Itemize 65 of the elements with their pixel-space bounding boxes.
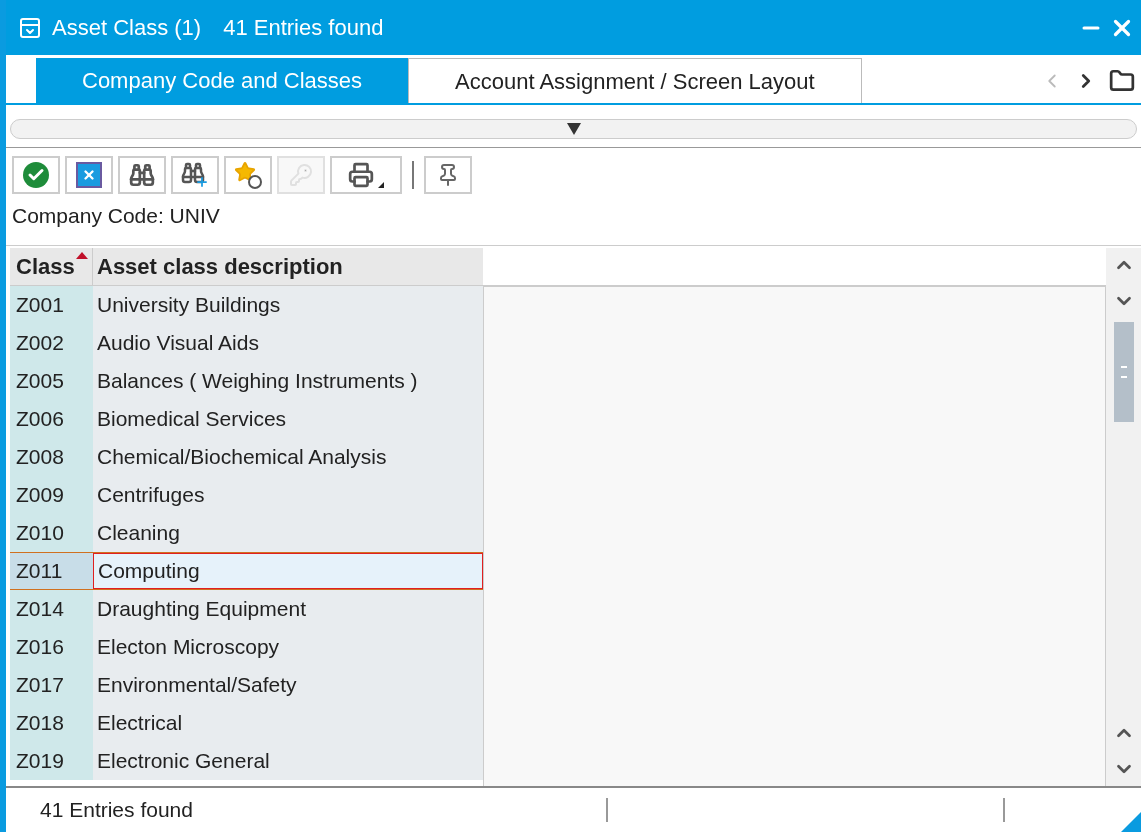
table-cell: Z002 [10,324,93,362]
table-cell: Z014 [10,590,93,628]
table-row[interactable]: Z011 Computing [10,552,483,590]
table-row[interactable]: Z010 Cleaning [10,514,483,552]
table-cell: Z006 [10,400,93,438]
table-row[interactable]: Z014 Draughting Equipment [10,590,483,628]
table-cell: Z019 [10,742,93,780]
window-subtitle: 41 Entries found [223,14,384,42]
table-row[interactable]: Z001 University Buildings [10,286,483,324]
table-cell: Environmental/Safety [93,666,483,704]
binoculars-icon [129,162,155,188]
table-cell: Computing [93,553,483,589]
table-cell: Z005 [10,362,93,400]
table-cell: Z016 [10,628,93,666]
column-header[interactable]: Asset class description [93,248,483,285]
toolbar-button[interactable] [118,156,166,194]
scroll-thumb[interactable] [1113,322,1134,422]
table-cell: Electronic General [93,742,483,780]
table-cell: Electon Microscopy [93,628,483,666]
toolbar-button[interactable] [171,156,219,194]
table-cell: Chemical/Biochemical Analysis [93,438,483,476]
table-cell: Electrical [93,704,483,742]
close-icon [76,162,102,188]
toolbar-button[interactable] [65,156,113,194]
table-row[interactable]: Z016 Electon Microscopy [10,628,483,666]
column-header[interactable]: Class [10,248,93,285]
check-icon [23,162,49,188]
toolbar-button[interactable] [424,156,472,194]
window-icon [18,15,42,40]
table-cell: University Buildings [93,286,483,324]
scrollbar[interactable] [1106,248,1141,786]
company-code-label: Company Code: UNIV [12,204,220,227]
window-title: Asset Class (1) [52,14,202,42]
toolbar-button[interactable] [12,156,60,194]
table-cell: Z009 [10,476,93,514]
collapse-icon [566,123,581,135]
table-row[interactable]: Z008 Chemical/Biochemical Analysis [10,438,483,476]
table-cell: Biomedical Services [93,400,483,438]
table-row[interactable]: Z009 Centrifuges [10,476,483,514]
table-cell: Draughting Equipment [93,590,483,628]
table-row[interactable]: Z018 Electrical [10,704,483,742]
table-row[interactable]: Z019 Electronic General [10,742,483,780]
folder-icon[interactable] [1109,67,1135,94]
table-cell: Z001 [10,286,93,324]
toolbar-button[interactable] [224,156,272,194]
table-cell: Z008 [10,438,93,476]
table-row[interactable]: Z005 Balances ( Weighing Instruments ) [10,362,483,400]
table-row[interactable]: Z002 Audio Visual Aids [10,324,483,362]
binoculars-plus-icon [181,161,209,189]
status-message: 41 Entries found [39,797,194,824]
table-cell: Centrifuges [93,476,483,514]
tab[interactable]: Account Assignment / Screen Layout [408,58,862,103]
star-plus-icon [234,161,262,189]
table-cell: Z011 [10,553,93,589]
table-cell: Cleaning [93,514,483,552]
printer-icon [348,162,384,188]
key-icon [289,163,313,187]
table-cell: Z018 [10,704,93,742]
table-row[interactable]: Z017 Environmental/Safety [10,666,483,704]
table-row[interactable]: Z006 Biomedical Services [10,400,483,438]
table-cell: Balances ( Weighing Instruments ) [93,362,483,400]
toolbar-button[interactable] [330,156,402,194]
table-cell: Z017 [10,666,93,704]
table-cell: Audio Visual Aids [93,324,483,362]
table-cell: Z010 [10,514,93,552]
